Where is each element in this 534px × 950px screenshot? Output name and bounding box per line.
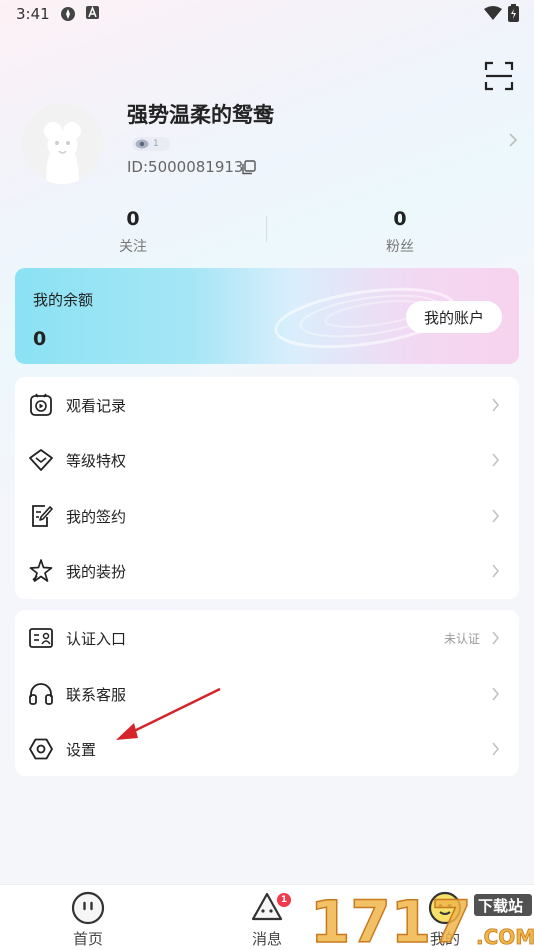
menu-group-main: 观看记录 等级特权 我的签约 我的装扮 bbox=[15, 377, 519, 599]
chevron-right-icon bbox=[492, 509, 500, 523]
tab-messages-label: 消息 bbox=[251, 930, 282, 948]
verification-status: 未认证 bbox=[444, 632, 481, 646]
settings-icon bbox=[29, 738, 53, 760]
followers-count: 0 bbox=[393, 208, 407, 230]
tab-home[interactable]: 首页 bbox=[38, 885, 138, 950]
home-icon bbox=[71, 891, 105, 925]
verification-label: 认证入口 bbox=[66, 630, 127, 648]
copy-icon[interactable] bbox=[241, 160, 256, 175]
level-privileges-label: 等级特权 bbox=[66, 452, 127, 470]
chevron-right-icon bbox=[492, 742, 500, 756]
tab-messages[interactable]: 1 消息 bbox=[217, 885, 317, 950]
followers-stat[interactable]: 0 粉丝 bbox=[340, 208, 460, 256]
menu-item-my-outfit[interactable]: 我的装扮 bbox=[15, 543, 519, 599]
level-number: 1 bbox=[153, 139, 159, 149]
user-id: ID:5000081913 bbox=[127, 158, 244, 176]
my-account-button[interactable]: 我的账户 bbox=[406, 301, 502, 333]
scan-icon[interactable] bbox=[484, 61, 514, 91]
chevron-right-icon bbox=[492, 631, 500, 645]
level-eye-icon bbox=[135, 139, 149, 149]
menu-item-watch-history[interactable]: 观看记录 bbox=[15, 377, 519, 433]
following-stat[interactable]: 0 关注 bbox=[73, 208, 193, 256]
text-notification-icon bbox=[86, 6, 99, 19]
annotation-arrow-icon bbox=[116, 687, 221, 740]
chevron-right-icon bbox=[492, 564, 500, 578]
menu-item-verification[interactable]: 认证入口 未认证 bbox=[15, 610, 519, 666]
id-card-icon bbox=[29, 628, 53, 648]
star-icon bbox=[29, 559, 53, 582]
my-outfit-label: 我的装扮 bbox=[66, 563, 127, 581]
status-bar: 3:41 bbox=[0, 0, 534, 30]
message-badge: 1 bbox=[277, 893, 291, 907]
chevron-right-icon bbox=[492, 453, 500, 467]
watermark-number: 1717 bbox=[310, 888, 471, 950]
followers-label: 粉丝 bbox=[386, 239, 414, 255]
avatar[interactable] bbox=[22, 103, 103, 184]
user-nickname[interactable]: 强势温柔的鸳鸯 bbox=[127, 99, 274, 129]
level-badge[interactable]: 1 bbox=[132, 137, 170, 151]
headphones-icon bbox=[29, 683, 53, 705]
stats-divider bbox=[266, 216, 267, 242]
menu-item-settings[interactable]: 设置 bbox=[15, 721, 519, 777]
app-notification-icon bbox=[61, 7, 75, 21]
default-avatar-icon bbox=[22, 103, 103, 184]
following-count: 0 bbox=[126, 208, 140, 230]
following-label: 关注 bbox=[119, 239, 147, 255]
chevron-right-icon bbox=[492, 398, 500, 412]
profile-chevron-right-icon[interactable] bbox=[507, 133, 519, 147]
settings-label: 设置 bbox=[66, 741, 97, 759]
my-contract-label: 我的签约 bbox=[66, 508, 127, 526]
wifi-icon bbox=[484, 6, 502, 20]
site-watermark-logo: 1717 下载站 .COM bbox=[309, 887, 534, 950]
battery-icon bbox=[508, 4, 519, 22]
watermark-domain: .COM bbox=[476, 925, 534, 949]
menu-item-my-contract[interactable]: 我的签约 bbox=[15, 488, 519, 544]
watch-history-label: 观看记录 bbox=[66, 397, 127, 415]
watermark-site: 下载站 bbox=[478, 897, 523, 915]
tab-home-label: 首页 bbox=[72, 930, 103, 948]
menu-item-level-privileges[interactable]: 等级特权 bbox=[15, 432, 519, 488]
status-time: 3:41 bbox=[16, 5, 50, 23]
menu-group-settings: 认证入口 未认证 联系客服 设置 bbox=[15, 610, 519, 776]
sign-contract-icon bbox=[32, 505, 53, 527]
diamond-icon bbox=[29, 449, 53, 471]
balance-amount: 0 bbox=[33, 328, 47, 350]
balance-title: 我的余额 bbox=[33, 291, 94, 309]
balance-card: 我的余额 0 我的账户 bbox=[15, 268, 519, 364]
watch-history-icon bbox=[30, 393, 52, 416]
chevron-right-icon bbox=[492, 687, 500, 701]
menu-item-customer-service[interactable]: 联系客服 bbox=[15, 666, 519, 722]
